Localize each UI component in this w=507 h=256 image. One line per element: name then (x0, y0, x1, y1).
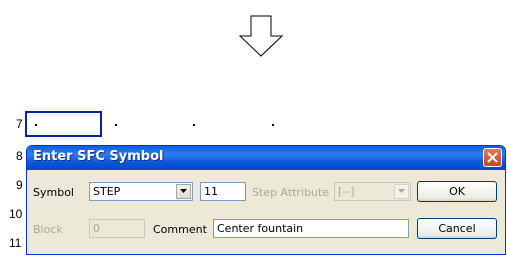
row-number-8: 8 (16, 149, 23, 163)
grid-dot (35, 124, 37, 126)
block-label: Block (33, 223, 63, 236)
symbol-dropdown-button[interactable] (176, 184, 191, 199)
row-number-9: 9 (16, 178, 23, 192)
grid-dot (193, 124, 195, 126)
chevron-down-icon (398, 189, 405, 193)
row-number-10: 10 (9, 207, 23, 221)
symbol-combo[interactable]: STEP (89, 182, 193, 201)
close-button[interactable] (483, 148, 502, 167)
ok-button[interactable]: OK (417, 181, 497, 202)
enter-sfc-symbol-dialog: Enter SFC Symbol Symbol STEP 11 Step Att… (26, 145, 506, 255)
grid-dot (272, 124, 274, 126)
close-icon (487, 152, 498, 163)
chevron-down-icon (180, 189, 187, 193)
step-attribute-combo: [--] (334, 182, 411, 201)
comment-label: Comment (153, 223, 207, 236)
comment-field[interactable]: Center fountain (213, 219, 409, 238)
step-number-value: 11 (204, 185, 218, 198)
step-attribute-dropdown-button (394, 184, 409, 199)
grid-dot (115, 124, 117, 126)
down-arrow-icon (238, 15, 284, 57)
comment-value: Center fountain (217, 222, 304, 235)
dialog-title: Enter SFC Symbol (33, 149, 164, 164)
step-attribute-value: [--] (338, 185, 355, 198)
block-value: 0 (93, 222, 100, 235)
symbol-value: STEP (93, 185, 121, 198)
row-number-11: 11 (9, 236, 22, 250)
step-number-field[interactable]: 11 (200, 182, 246, 201)
step-attribute-label: Step Attribute (252, 186, 330, 199)
symbol-label: Symbol (33, 186, 74, 199)
block-field: 0 (89, 219, 145, 238)
cancel-button[interactable]: Cancel (417, 218, 497, 239)
row-number-7: 7 (16, 117, 23, 131)
dialog-title-bar[interactable]: Enter SFC Symbol (27, 146, 505, 170)
